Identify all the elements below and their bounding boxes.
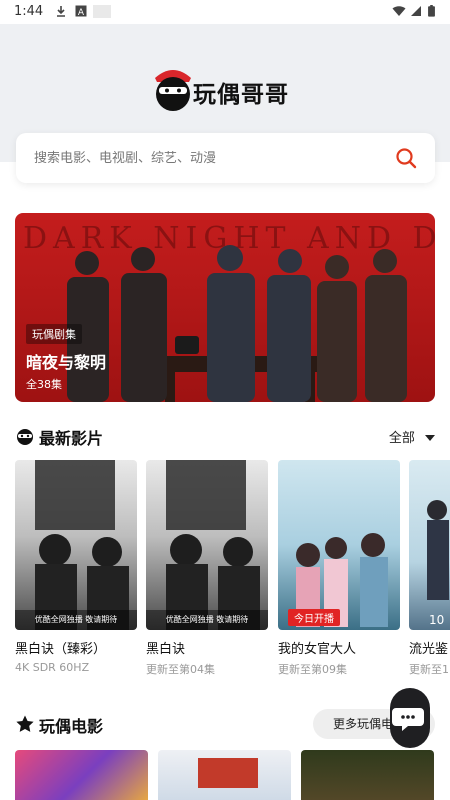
poster-overlay-text: 今日开播 — [288, 609, 340, 626]
latest-posters-row[interactable]: 优酷全网独播 敬请期待 黑白诀（臻彩） 4K SDR 60HZ 优酷全网独播 敬… — [15, 460, 450, 680]
status-time: 1:44 — [14, 4, 44, 19]
movie-card[interactable]: 优酷全网独播 敬请期待 黑白诀 更新至第04集 — [146, 460, 268, 677]
movie-subtitle: 更新至第04集 — [146, 663, 215, 676]
signal-icon — [411, 6, 421, 16]
wifi-icon — [392, 6, 406, 16]
movie-poster[interactable]: 今日开播 — [278, 460, 400, 630]
movie-card[interactable]: 10 流光鉴 更新至1 — [409, 460, 450, 677]
movie-poster[interactable]: 优酷全网独播 敬请期待 — [15, 460, 137, 630]
movie-card[interactable]: 今日开播 我的女官大人 更新至第09集 — [278, 460, 400, 677]
poster-overlay-text: 优酷全网独播 敬请期待 — [15, 610, 137, 630]
poster-art — [296, 533, 388, 627]
movies-section-title: 玩偶电影 — [39, 717, 104, 736]
movie-title: 黑白诀（臻彩） — [15, 642, 107, 657]
ninja-face-icon — [17, 429, 33, 445]
app-logo: 玩偶哥哥 — [153, 64, 303, 114]
latest-section-title: 最新影片 — [39, 429, 104, 448]
movie-thumbnail[interactable] — [158, 750, 291, 800]
poster-overlay-text: 10 — [429, 613, 445, 627]
movie-subtitle: 4K SDR 60HZ — [15, 661, 90, 674]
latest-section-header: 最新影片 全部 — [15, 423, 435, 449]
latest-filter-dropdown[interactable]: 全部 — [389, 427, 435, 446]
latest-filter-label: 全部 — [388, 431, 415, 446]
movie-title: 我的女官大人 — [278, 642, 357, 657]
poster-art — [35, 460, 129, 630]
movie-thumbnail[interactable] — [15, 750, 148, 800]
svg-text:A: A — [78, 8, 85, 17]
movie-poster[interactable]: 10 — [409, 460, 450, 630]
ninja-mascot-icon — [155, 70, 191, 111]
featured-banner[interactable]: DARK NIGHT AND DAWN 玩偶剧集 暗夜与黎明 全38集 — [15, 213, 435, 402]
search-icon[interactable] — [395, 147, 417, 169]
banner-cast-illustration — [67, 245, 407, 402]
movie-thumbnail[interactable] — [301, 750, 434, 800]
poster-overlay-text: 优酷全网独播 敬请期待 — [146, 610, 268, 630]
poster-art — [427, 500, 449, 600]
movie-subtitle: 更新至第09集 — [278, 663, 347, 676]
movie-title: 黑白诀 — [146, 642, 186, 657]
chat-fab-button[interactable] — [390, 688, 430, 748]
chat-bubble-icon — [392, 708, 424, 731]
movie-subtitle: 更新至1 — [409, 663, 449, 676]
poster-art — [198, 758, 258, 788]
banner-tag: 玩偶剧集 — [26, 324, 82, 344]
caret-down-icon — [425, 435, 435, 441]
status-bar: 1:44 A — [0, 0, 450, 24]
movie-poster[interactable]: 优酷全网独播 敬请期待 — [146, 460, 268, 630]
movies-thumbnails-row[interactable] — [15, 750, 450, 800]
banner-episodes: 全38集 — [26, 378, 62, 391]
search-bar[interactable] — [16, 133, 435, 183]
movie-title: 流光鉴 — [409, 642, 449, 657]
banner-title: 暗夜与黎明 — [26, 353, 107, 372]
notification-placeholder — [93, 5, 111, 18]
search-input[interactable] — [34, 133, 384, 183]
movie-card[interactable]: 优酷全网独播 敬请期待 黑白诀（臻彩） 4K SDR 60HZ — [15, 460, 137, 674]
download-icon — [57, 6, 65, 17]
battery-icon — [428, 5, 435, 17]
app-name: 玩偶哥哥 — [193, 82, 289, 108]
star-icon — [16, 715, 34, 732]
poster-art — [166, 460, 260, 630]
movies-section-header: 玩偶电影 — [15, 711, 305, 737]
a-notification-icon: A — [75, 5, 87, 17]
